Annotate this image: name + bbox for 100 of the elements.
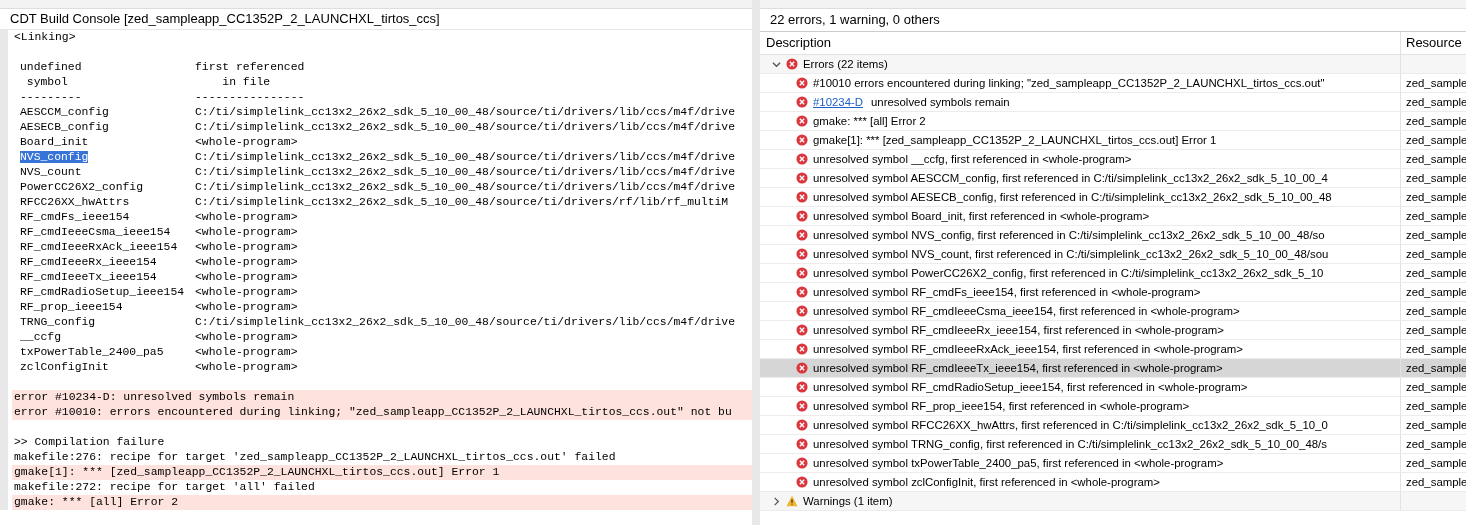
problem-description: unresolved symbol RFCC26XX_hwAttrs, first referenced in C:/ti/simplelink_cc13x2_26x2_sdk_5_10_0 (813, 419, 1328, 431)
problem-row[interactable]: unresolved symbol AESCCM_config, first referenced in C:/ti/simplelink_cc13x2_26x2_sdk_5_10_00_4 zed_sample (760, 169, 1466, 188)
problem-row[interactable]: unresolved symbol AESECB_config, first referenced in C:/ti/simplelink_cc13x2_26x2_sdk_5_10_00_48 zed_sample (760, 188, 1466, 207)
problem-row[interactable]: unresolved symbol txPowerTable_2400_pa5, first referenced in <whole-program> zed_sample (760, 454, 1466, 473)
resource-name: zed_sample (1406, 419, 1466, 431)
resource-name: zed_sample (1406, 210, 1466, 222)
symbol-name: PowerCC26X2_config (20, 181, 144, 193)
problem-row[interactable]: #10010 errors encountered during linking; "zed_sampleapp_CC1352P_2_LAUNCHXL_tirtos_ccs.out" zed_sample (760, 74, 1466, 93)
console-title: CDT Build Console [zed_sampleapp_CC1352P_2_LAUNCHXL_tirtos_ccs] (0, 9, 752, 30)
problem-description: unresolved symbol RF_cmdRadioSetup_ieee154, first referenced in <whole-program> (813, 381, 1248, 393)
resource-name: zed_sample (1406, 286, 1466, 298)
problem-row[interactable]: unresolved symbol Board_init, first referenced in <whole-program> zed_sample (760, 207, 1466, 226)
problems-summary: 22 errors, 1 warning, 0 others (760, 9, 1466, 32)
error-icon (796, 343, 808, 355)
problem-row[interactable]: unresolved symbol RF_cmdFs_ieee154, first referenced in <whole-program> zed_sample (760, 283, 1466, 302)
problem-row[interactable]: gmake: *** [all] Error 2 zed_sample (760, 112, 1466, 131)
symbol-name: undefined (20, 61, 82, 73)
problem-description: unresolved symbol AESCCM_config, first referenced in C:/ti/simplelink_cc13x2_26x2_sdk_5_10_00_4 (813, 172, 1328, 184)
problem-row[interactable]: unresolved symbol RF_cmdIeeeRx_ieee154, first referenced in <whole-program> zed_sample (760, 321, 1466, 340)
resource-name: zed_sample (1406, 77, 1466, 89)
error-icon (796, 115, 808, 127)
file-reference: C:/ti/simplelink_cc13x2_26x2_sdk_5_10_00_48/source/ti/drivers/lib/ccs/m4f/drive (195, 121, 735, 133)
error-icon (796, 248, 808, 260)
file-reference: <whole-program> (195, 286, 298, 298)
symbol-name: Board_init (20, 136, 89, 148)
problem-row[interactable]: unresolved symbol NVS_count, first referenced in C:/ti/simplelink_cc13x2_26x2_sdk_5_10_00_48/sou zed_sample (760, 245, 1466, 264)
file-reference: <whole-program> (195, 346, 298, 358)
error-line: error #10234-D: unresolved symbols remain (14, 391, 295, 403)
problem-row[interactable]: gmake[1]: *** [zed_sampleapp_CC1352P_2_LAUNCHXL_tirtos_ccs.out] Error 1 zed_sample (760, 131, 1466, 150)
error-icon (796, 381, 808, 393)
error-icon (796, 191, 808, 203)
symbol-name: TRNG_config (20, 316, 96, 328)
resource-name: zed_sample (1406, 115, 1466, 127)
problem-row[interactable]: unresolved symbol PowerCC26X2_config, first referenced in C:/ti/simplelink_cc13x2_26x2_sdk_5_10 zed_sample (760, 264, 1466, 283)
console-line: <Linking> (14, 31, 76, 43)
problem-description: gmake[1]: *** [zed_sampleapp_CC1352P_2_LAUNCHXL_tirtos_ccs.out] Error 1 (813, 134, 1217, 146)
error-icon (786, 58, 798, 70)
problem-description: unresolved symbol zclConfigInit, first referenced in <whole-program> (813, 476, 1160, 488)
symbol-name: --------- (20, 91, 82, 103)
problem-row[interactable]: unresolved symbol RFCC26XX_hwAttrs, first referenced in C:/ti/simplelink_cc13x2_26x2_sdk_5_10_0 zed_sample (760, 416, 1466, 435)
error-icon (796, 400, 808, 412)
resource-name: zed_sample (1406, 172, 1466, 184)
expand-chevron-icon[interactable] (772, 496, 781, 506)
problem-row[interactable]: #10234-D unresolved symbols remain zed_sample (760, 93, 1466, 112)
problem-row[interactable]: unresolved symbol NVS_config, first referenced in C:/ti/simplelink_cc13x2_26x2_sdk_5_10_00_48/so zed_sample (760, 226, 1466, 245)
problem-description: unresolved symbol RF_prop_ieee154, first referenced in <whole-program> (813, 400, 1190, 412)
error-icon (796, 210, 808, 222)
file-reference: in file (221, 76, 271, 88)
file-reference: <whole-program> (195, 331, 298, 343)
resource-name: zed_sample (1406, 438, 1466, 450)
warning-icon (786, 495, 798, 507)
symbol-name: RF_cmdIeeeRxAck_ieee154 (20, 241, 178, 253)
file-reference: <whole-program> (195, 271, 298, 283)
symbol-name: RF_cmdIeeeCsma_ieee154 (20, 226, 171, 238)
resource-name: zed_sample (1406, 248, 1466, 260)
error-icon (796, 229, 808, 241)
error-icon (796, 267, 808, 279)
error-icon (796, 438, 808, 450)
resource-name: zed_sample (1406, 229, 1466, 241)
problem-description: unresolved symbol RF_cmdFs_ieee154, first referenced in <whole-program> (813, 286, 1201, 298)
error-icon (796, 172, 808, 184)
problem-row[interactable]: unresolved symbol RF_cmdIeeeTx_ieee154, first referenced in <whole-program> zed_sample (760, 359, 1466, 378)
resource-name: zed_sample (1406, 476, 1466, 488)
group-label[interactable]: Warnings (1 item) (803, 495, 893, 507)
resource-name: zed_sample (1406, 267, 1466, 279)
file-reference: C:/ti/simplelink_cc13x2_26x2_sdk_5_10_00_48/source/ti/drivers/lib/ccs/m4f/drive (195, 151, 735, 163)
resource-name: zed_sample (1406, 96, 1466, 108)
symbol-name: txPowerTable_2400_pa5 (20, 346, 164, 358)
error-line: error #10010: errors encountered during linking; "zed_sampleapp_CC1352P_2_LAUNCHXL_tirtos_ccs.out" not bu (14, 406, 732, 418)
problem-description: #10010 errors encountered during linking; "zed_sampleapp_CC1352P_2_LAUNCHXL_tirtos_ccs.out" (813, 77, 1325, 89)
resource-name: zed_sample (1406, 457, 1466, 469)
symbol-name: RF_cmdIeeeTx_ieee154 (20, 271, 157, 283)
error-code-link[interactable]: #10234-D (813, 96, 864, 108)
column-header[interactable]: Resource (1400, 32, 1466, 54)
expand-chevron-icon[interactable] (772, 59, 781, 69)
symbol-name: AESECB_config (20, 121, 109, 133)
file-reference: first referenced (195, 61, 305, 73)
problem-row[interactable]: unresolved symbol RF_cmdRadioSetup_ieee154, first referenced in <whole-program> zed_sample (760, 378, 1466, 397)
error-icon (796, 457, 808, 469)
problem-row[interactable]: unresolved symbol RF_prop_ieee154, first referenced in <whole-program> zed_sample (760, 397, 1466, 416)
error-icon (796, 476, 808, 488)
problem-row[interactable]: unresolved symbol TRNG_config, first referenced in C:/ti/simplelink_cc13x2_26x2_sdk_5_10_00_48/s zed_sample (760, 435, 1466, 454)
file-reference: <whole-program> (195, 211, 298, 223)
file-reference: C:/ti/simplelink_cc13x2_26x2_sdk_5_10_00_48/source/ti/drivers/lib/ccs/m4f/drive (195, 166, 735, 178)
resource-name: zed_sample (1406, 400, 1466, 412)
column-header[interactable]: Description (760, 32, 1400, 54)
resource-name: zed_sample (1406, 381, 1466, 393)
error-icon (796, 362, 808, 374)
resource-name: zed_sample (1406, 343, 1466, 355)
error-icon (796, 134, 808, 146)
group-label[interactable]: Errors (22 items) (803, 58, 888, 70)
file-reference: <whole-program> (195, 301, 298, 313)
problem-description: unresolved symbol RF_cmdIeeeTx_ieee154, first referenced in <whole-program> (813, 362, 1223, 374)
problem-row[interactable]: unresolved symbol RF_cmdIeeeCsma_ieee154, first referenced in <whole-program> zed_sample (760, 302, 1466, 321)
file-reference: C:/ti/simplelink_cc13x2_26x2_sdk_5_10_00_48/source/ti/drivers/lib/ccs/m4f/drive (195, 316, 735, 328)
symbol-name: symbol (25, 76, 68, 88)
error-icon (796, 96, 808, 108)
problem-row[interactable]: unresolved symbol __ccfg, first referenced in <whole-program> zed_sample (760, 150, 1466, 169)
file-reference: <whole-program> (195, 226, 298, 238)
problem-description: unresolved symbol txPowerTable_2400_pa5, first referenced in <whole-program> (813, 457, 1224, 469)
